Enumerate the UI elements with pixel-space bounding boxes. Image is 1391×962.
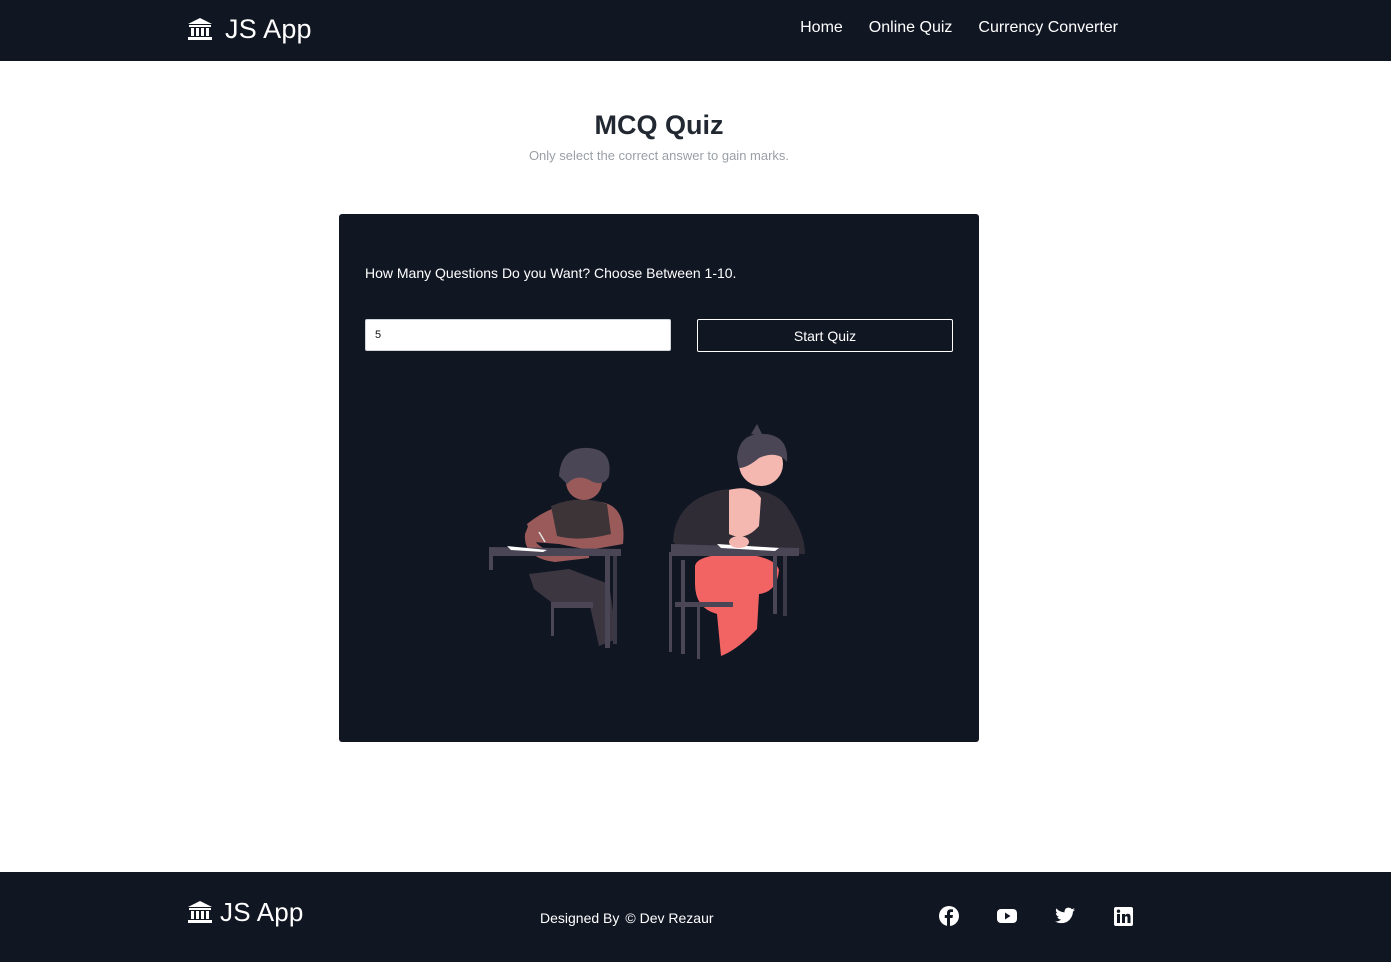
brand-name: JS App: [225, 13, 312, 44]
right-student-figure: [669, 424, 805, 659]
linkedin-icon[interactable]: [1112, 905, 1134, 927]
footer-credit: Designed By © Dev Rezaur: [540, 910, 714, 926]
question-count-prompt: How Many Questions Do you Want? Choose B…: [365, 265, 737, 281]
page-subtitle: Only select the correct answer to gain m…: [528, 148, 790, 163]
top-navbar: JS App Home Online Quiz Currency Convert…: [0, 0, 1391, 61]
social-links: [938, 905, 1170, 927]
twitter-icon[interactable]: [1054, 905, 1076, 927]
quiz-setup-card: How Many Questions Do you Want? Choose B…: [339, 214, 979, 742]
students-exam-illustration: [489, 424, 805, 659]
main-nav: Home Online Quiz Currency Converter: [774, 18, 1118, 38]
nav-currency-converter-link[interactable]: Currency Converter: [978, 18, 1118, 38]
facebook-icon[interactable]: [938, 905, 960, 927]
page-title: MCQ Quiz: [594, 110, 724, 140]
youtube-icon[interactable]: [996, 905, 1018, 927]
bank-icon: [187, 900, 213, 924]
left-student-figure: [489, 447, 626, 648]
start-quiz-button[interactable]: Start Quiz: [697, 319, 953, 352]
nav-home-link[interactable]: Home: [800, 18, 843, 38]
bank-icon: [187, 17, 213, 41]
designer-name: © Dev Rezaur: [625, 910, 714, 926]
nav-online-quiz-link[interactable]: Online Quiz: [869, 18, 953, 38]
designed-by-label: Designed By: [540, 910, 620, 926]
question-count-input[interactable]: [365, 319, 671, 351]
brand-logo[interactable]: JS App: [187, 12, 312, 46]
footer-brand-logo[interactable]: JS App: [187, 895, 304, 929]
footer-brand-name: JS App: [220, 896, 304, 927]
